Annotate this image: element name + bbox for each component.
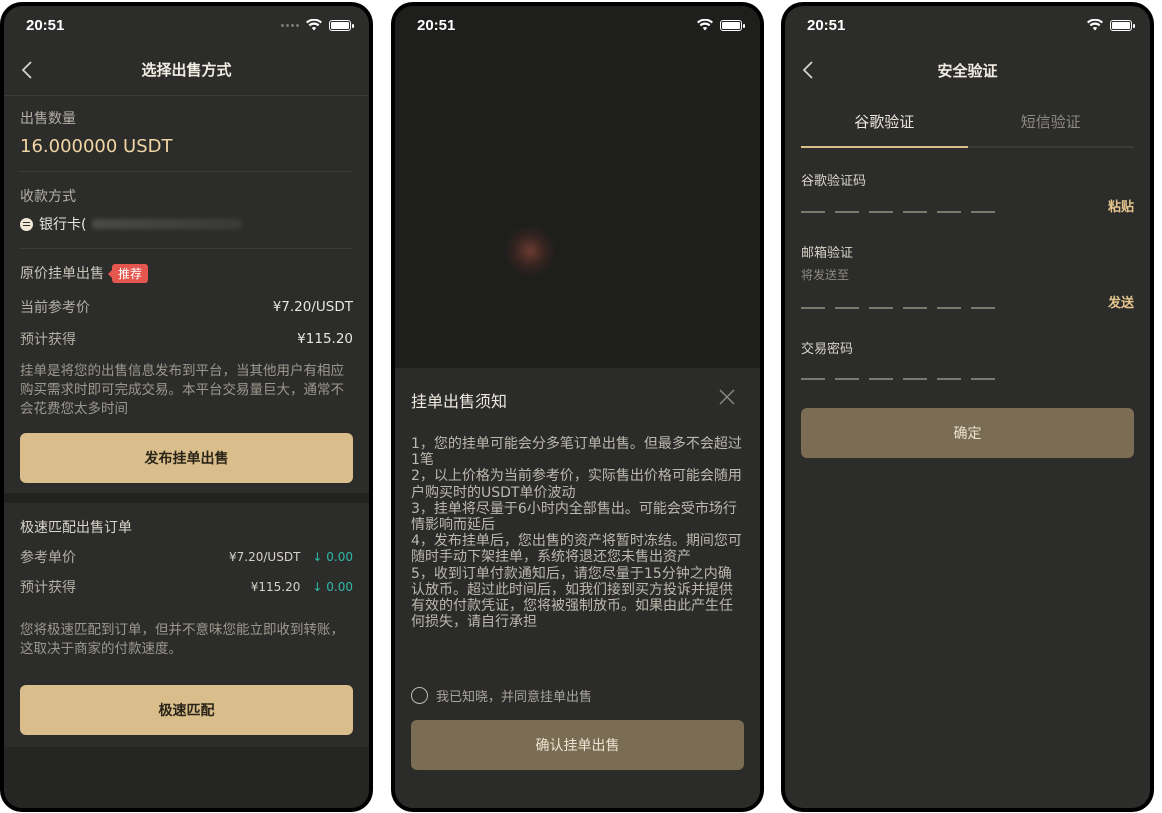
back-icon[interactable]	[797, 58, 821, 82]
battery-icon	[1110, 19, 1135, 31]
notice-item: 2，以上价格为当前参考价，实际售出价格可能会随用户购买时的USDT单价波动	[411, 468, 742, 501]
sheet-title: 挂单出售须知	[411, 392, 508, 411]
publish-listing-button[interactable]: 发布挂单出售	[20, 433, 353, 483]
email-send-to: 将发送至	[801, 268, 850, 282]
quick-exp-change: ↓ 0.00	[312, 580, 353, 594]
status-bar: 20:51	[395, 6, 760, 44]
screen-sell-method: 20:51 选择出售方式 出售数量 16.000000 USDT 收款方式 银行…	[4, 6, 369, 808]
wifi-icon	[1087, 19, 1103, 31]
agree-checkbox-row[interactable]: 我已知晓，并同意挂单出售	[411, 686, 592, 705]
status-bar: 20:51	[4, 6, 369, 44]
payment-label: 收款方式	[20, 189, 76, 205]
recommend-badge: 推荐	[107, 263, 149, 283]
quick-ref-value: ¥7.20/USDT	[229, 550, 301, 564]
quick-exp-value: ¥115.20	[250, 580, 301, 594]
wifi-icon	[697, 19, 713, 31]
phone-security-verify: 20:51 安全验证 谷歌验证 短信验证 谷歌验证码 粘贴 邮箱验证 将发送至 …	[781, 2, 1154, 812]
trade-password-input[interactable]	[801, 378, 995, 380]
quick-match-button[interactable]: 极速匹配	[20, 685, 353, 735]
close-icon[interactable]	[718, 388, 736, 406]
status-time: 20:51	[807, 16, 846, 34]
page-title: 安全验证	[937, 61, 998, 80]
modal-overlay[interactable]	[395, 6, 760, 368]
nav-bar: 选择出售方式	[4, 44, 369, 96]
quick-match-description: 您将极速匹配到订单，但并不意味您能立即收到转账，这取决于商家的付款速度。	[20, 622, 344, 657]
quick-ref-label: 参考单价	[20, 550, 76, 566]
phone-listing-notice: 20:51 挂单出售须知 1，您的挂单可能会分多笔订单出售。但最多不会超过1笔 …	[391, 2, 764, 812]
ref-price-value: ¥7.20/USDT	[272, 299, 353, 315]
email-verify-label: 邮箱验证	[801, 246, 854, 261]
notice-item: 3，挂单将尽量于6小时内全部售出。可能会受市场行情影响而延后	[411, 500, 737, 534]
status-bar: 20:51	[785, 6, 1150, 44]
send-code-button[interactable]: 发送	[1108, 292, 1134, 311]
confirm-listing-button[interactable]: 确认挂单出售	[411, 720, 744, 770]
status-time: 20:51	[417, 16, 456, 34]
back-icon[interactable]	[16, 58, 40, 82]
screen-security-verify: 20:51 安全验证 谷歌验证 短信验证 谷歌验证码 粘贴 邮箱验证 将发送至 …	[785, 6, 1150, 808]
tab-sms-verify[interactable]: 短信验证	[968, 96, 1135, 146]
bottom-fill	[4, 747, 369, 808]
notice-list: 1，您的挂单可能会分多笔订单出售。但最多不会超过1笔 2，以上价格为当前参考价，…	[411, 436, 742, 630]
payment-method-value: 银行卡(	[39, 217, 87, 233]
verify-tabs: 谷歌验证 短信验证	[801, 96, 1134, 148]
page-title: 选择出售方式	[141, 61, 232, 79]
masked-account	[92, 219, 243, 229]
email-code-input[interactable]	[801, 307, 995, 309]
screen-listing-notice: 20:51 挂单出售须知 1，您的挂单可能会分多笔订单出售。但最多不会超过1笔 …	[395, 6, 760, 808]
notice-item: 5，收到订单付款通知后，请您尽量于15分钟之内确认放币。超过此时间后，如我们接到…	[411, 565, 733, 631]
listing-label: 原价挂单出售	[20, 266, 104, 282]
sell-method-body: 出售数量 16.000000 USDT 收款方式 银行卡( 原价挂单出售 推荐 …	[4, 96, 369, 808]
nav-bar: 安全验证	[785, 44, 1150, 96]
agree-label: 我已知晓，并同意挂单出售	[436, 690, 593, 705]
quick-exp-label: 预计获得	[20, 580, 76, 596]
section-separator	[4, 493, 369, 503]
signal-icon	[281, 23, 299, 27]
sell-qty-value: 16.000000 USDT	[20, 136, 173, 157]
status-time: 20:51	[26, 16, 65, 34]
paste-button[interactable]: 粘贴	[1108, 196, 1134, 215]
quick-match-title: 极速匹配出售订单	[20, 520, 132, 536]
phone-sell-method: 20:51 选择出售方式 出售数量 16.000000 USDT 收款方式 银行…	[0, 2, 373, 812]
expected-value: ¥115.20	[297, 331, 353, 347]
trade-password-label: 交易密码	[801, 342, 854, 357]
quick-ref-change: ↓ 0.00	[312, 550, 353, 564]
notice-item: 4，发布挂单后，您出售的资产将暂时冻结。期间您可随时手动下架挂单，系统将退还您未…	[411, 533, 742, 566]
google-code-label: 谷歌验证码	[801, 174, 867, 189]
ref-price-label: 当前参考价	[20, 300, 90, 316]
google-code-input[interactable]	[801, 211, 995, 213]
agree-checkbox[interactable]	[411, 687, 428, 704]
confirm-button[interactable]: 确定	[801, 408, 1134, 458]
battery-icon	[329, 19, 354, 31]
battery-icon	[720, 19, 745, 31]
divider	[20, 248, 353, 249]
listing-description: 挂单是将您的出售信息发布到平台，当其他用户有相应购买需求时即可完成交易。本平台交…	[20, 363, 344, 417]
tab-google-verify[interactable]: 谷歌验证	[801, 96, 968, 148]
sell-qty-label: 出售数量	[20, 111, 76, 127]
bank-card-icon	[20, 217, 33, 231]
notice-item: 1，您的挂单可能会分多笔订单出售。但最多不会超过1笔	[411, 436, 742, 469]
expected-label: 预计获得	[20, 332, 76, 348]
divider	[20, 171, 353, 172]
payment-method-row[interactable]: 银行卡(	[20, 214, 353, 234]
wifi-icon	[306, 19, 322, 31]
notice-sheet: 挂单出售须知 1，您的挂单可能会分多笔订单出售。但最多不会超过1笔 2，以上价格…	[395, 368, 760, 808]
